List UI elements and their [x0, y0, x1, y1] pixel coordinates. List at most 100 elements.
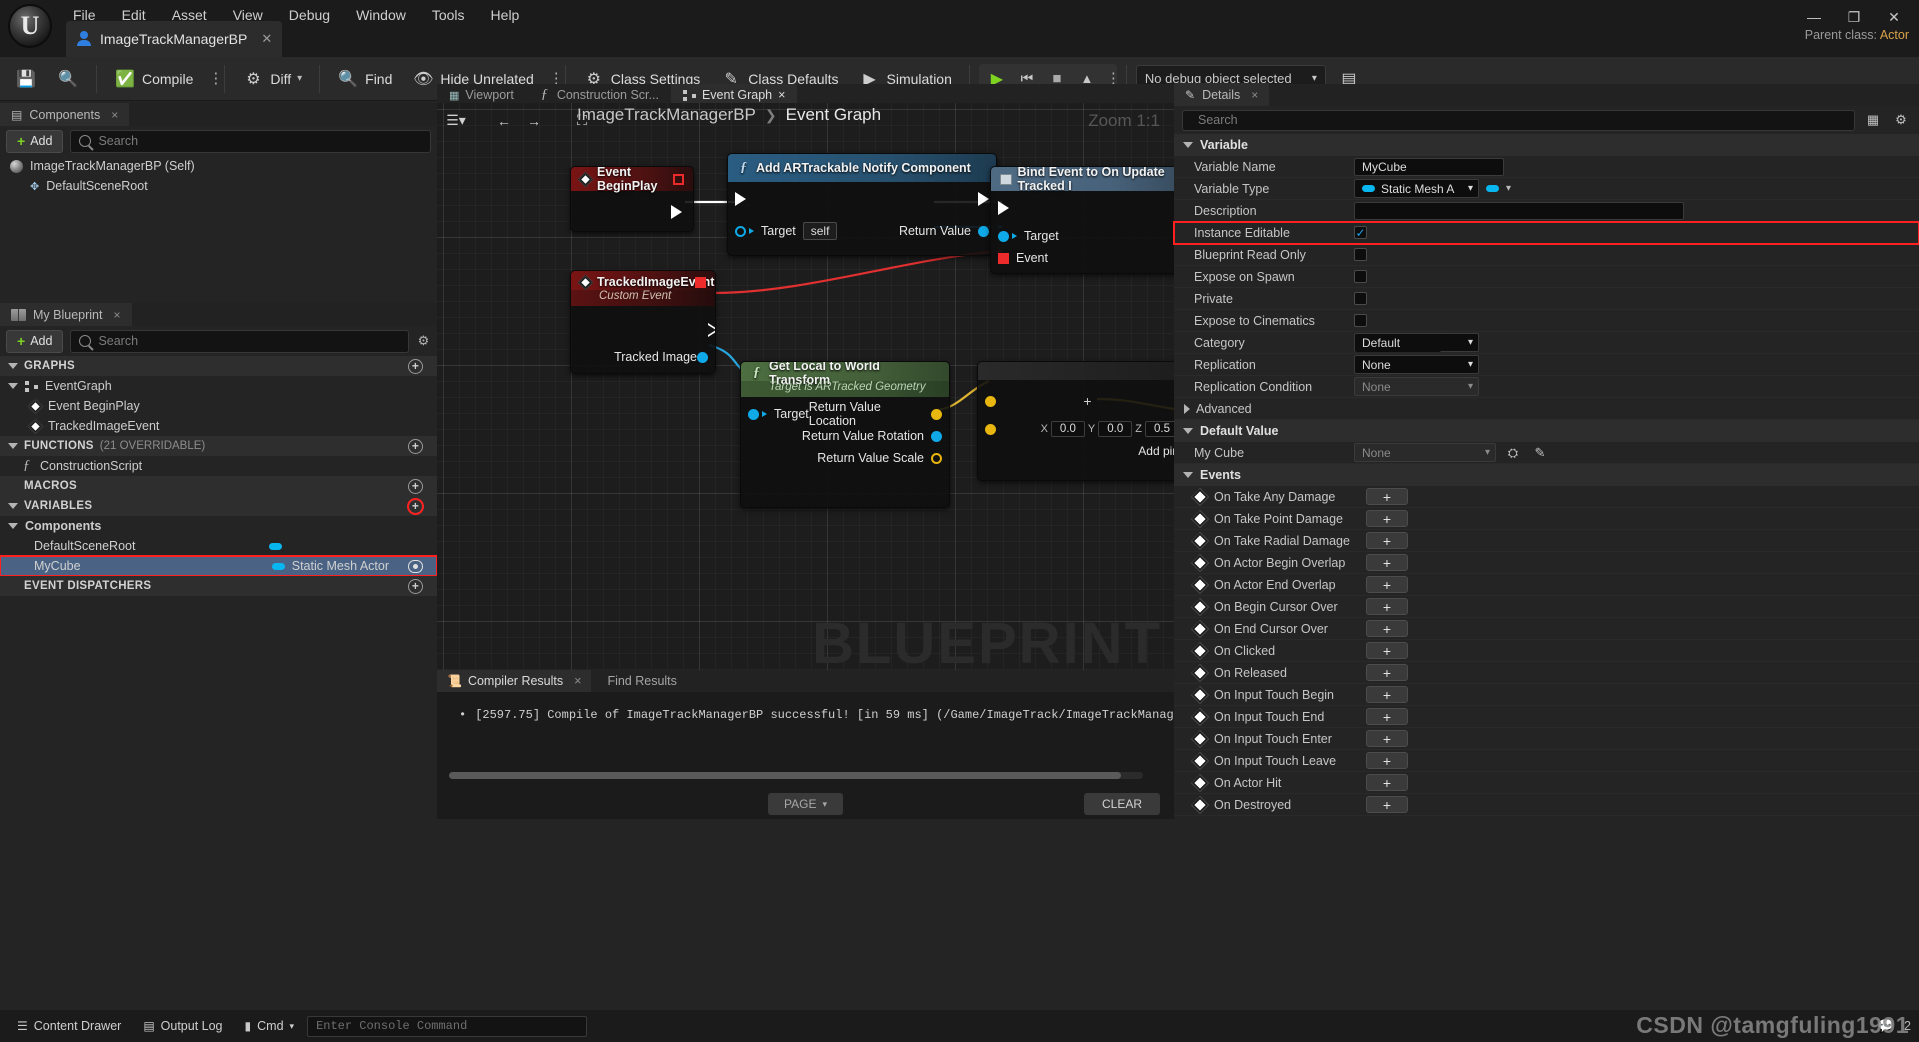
- menu-tools[interactable]: Tools: [419, 4, 478, 26]
- function-item-constructionscript[interactable]: ƒ ConstructionScript: [0, 456, 437, 476]
- section-event-dispatchers[interactable]: EVENT DISPATCHERS +: [0, 576, 437, 596]
- hide-unrelated-options-icon[interactable]: ⋮: [546, 71, 564, 86]
- graph-forward-icon[interactable]: →: [521, 109, 547, 133]
- vector-y-input[interactable]: 0.0: [1098, 421, 1133, 437]
- pin-return-rotation[interactable]: Return Value Rotation: [802, 429, 942, 443]
- myblueprint-search-input[interactable]: Search: [70, 329, 409, 353]
- add-component-button[interactable]: + Add: [6, 129, 64, 153]
- details-section-events[interactable]: Events: [1174, 464, 1919, 486]
- add-function-button[interactable]: +: [408, 438, 423, 454]
- node-event-begin-play[interactable]: Event BeginPlay: [570, 166, 694, 232]
- node-bind-event-to-on-update-tracked-image[interactable]: Bind Event to On Update Tracked I Target: [990, 166, 1174, 274]
- breadcrumb-root[interactable]: ImageTrackManagerBP: [577, 105, 756, 125]
- components-search-input[interactable]: Search: [70, 129, 431, 153]
- node-get-local-to-world-transform[interactable]: ƒ Get Local to World Transform Target is…: [740, 361, 950, 508]
- variables-group-components[interactable]: Components: [0, 516, 437, 536]
- vector-x-input[interactable]: 0.0: [1050, 421, 1085, 437]
- section-variables[interactable]: VARIABLES +: [0, 496, 437, 516]
- vector-z-input[interactable]: 0.5: [1145, 421, 1174, 437]
- pin-target[interactable]: Target self: [735, 222, 838, 240]
- pin-return-location[interactable]: Return Value Location: [809, 400, 942, 428]
- parent-class-value[interactable]: Actor: [1880, 28, 1909, 42]
- compile-button[interactable]: ✅ Compile: [106, 64, 201, 94]
- tab-find-results[interactable]: Find Results: [591, 670, 687, 692]
- blueprint-read-only-checkbox[interactable]: [1354, 248, 1367, 261]
- graph-child-event-beginplay[interactable]: Event BeginPlay: [0, 396, 437, 416]
- browse-to-asset-icon[interactable]: ⛭: [1503, 443, 1523, 463]
- menu-window[interactable]: Window: [343, 4, 419, 26]
- close-icon[interactable]: ✕: [261, 31, 272, 47]
- add-event-dispatcher-button[interactable]: +: [408, 578, 423, 594]
- add-event-button[interactable]: +: [1366, 642, 1408, 659]
- node-make-vector[interactable]: + X 0.0 Y 0.0 Z 0.5 Add pin: [977, 361, 1174, 481]
- add-pin-button[interactable]: Add pin: [1138, 444, 1174, 458]
- add-macro-button[interactable]: +: [408, 478, 423, 494]
- pin-return-value[interactable]: Return Value: [899, 224, 989, 238]
- add-event-button[interactable]: +: [1366, 774, 1408, 791]
- play-options-icon[interactable]: ⋮: [1103, 71, 1121, 86]
- asset-tab-imagetrackmanagerbp[interactable]: ImageTrackManagerBP ✕: [66, 21, 283, 57]
- close-icon[interactable]: ×: [1251, 88, 1258, 102]
- pin-exec-in[interactable]: [998, 201, 1009, 215]
- compile-options-icon[interactable]: ⋮: [205, 71, 223, 86]
- menu-debug[interactable]: Debug: [276, 4, 343, 26]
- output-log-button[interactable]: ▤ Output Log: [134, 1015, 231, 1037]
- pin-event[interactable]: Event: [998, 251, 1048, 265]
- clear-button[interactable]: CLEAR: [1083, 793, 1160, 815]
- unreal-logo-icon[interactable]: U: [8, 4, 52, 48]
- replication-select[interactable]: None ▾: [1354, 355, 1479, 374]
- minimize-icon[interactable]: —: [1795, 4, 1833, 30]
- add-blueprint-item-button[interactable]: + Add: [6, 329, 64, 353]
- add-variable-button[interactable]: +: [407, 497, 424, 515]
- category-value[interactable]: Default: [1355, 333, 1441, 352]
- browse-button[interactable]: 🔍: [49, 64, 87, 94]
- save-button[interactable]: 💾: [7, 64, 45, 94]
- variable-type-select[interactable]: Static Mesh A ▾: [1354, 179, 1479, 198]
- variable-row-mycube[interactable]: MyCube Static Mesh Actor: [0, 555, 438, 577]
- pin-a[interactable]: [985, 395, 996, 407]
- add-graph-button[interactable]: +: [408, 358, 423, 374]
- graph-back-icon[interactable]: ←: [491, 109, 517, 133]
- add-event-button[interactable]: +: [1366, 752, 1408, 769]
- expose-to-cinematics-checkbox[interactable]: [1354, 314, 1367, 327]
- section-macros[interactable]: MACROS +: [0, 476, 437, 496]
- cmd-button[interactable]: ▮ Cmd ▾: [236, 1015, 304, 1037]
- pin-b[interactable]: [985, 423, 996, 435]
- diff-button[interactable]: ⚙ Diff ▾: [234, 64, 310, 94]
- details-section-default-value[interactable]: Default Value: [1174, 420, 1919, 442]
- eye-icon[interactable]: [408, 559, 423, 573]
- pin-return-scale[interactable]: Return Value Scale: [817, 451, 942, 465]
- pin-exec-out[interactable]: [978, 192, 989, 206]
- maximize-icon[interactable]: ❐: [1835, 4, 1873, 30]
- pin-target[interactable]: Target: [998, 229, 1059, 243]
- delegate-pin-icon[interactable]: [695, 276, 706, 288]
- node-tracked-image-event[interactable]: TrackedImageEvent Custom Event Tracked I…: [570, 270, 716, 374]
- description-input[interactable]: [1354, 201, 1684, 220]
- grid-view-icon[interactable]: ▦: [1863, 110, 1883, 130]
- pin-tracked-image[interactable]: Tracked Image: [571, 346, 715, 368]
- replication-condition-select[interactable]: None ▾: [1354, 377, 1479, 396]
- category-select[interactable]: Default ▾: [1354, 333, 1479, 352]
- add-event-button[interactable]: +: [1366, 730, 1408, 747]
- tab-components[interactable]: ▤ Components ×: [0, 103, 130, 126]
- add-event-button[interactable]: +: [1366, 576, 1408, 593]
- add-event-button[interactable]: +: [1366, 532, 1408, 549]
- node-add-artrackable-notify-component[interactable]: ƒ Add ARTrackable Notify Component Targe…: [727, 153, 997, 256]
- close-icon[interactable]: ×: [778, 88, 785, 102]
- my-cube-default-select[interactable]: None ▾: [1354, 443, 1496, 462]
- details-search-input[interactable]: Search: [1182, 109, 1855, 131]
- close-window-icon[interactable]: ✕: [1875, 4, 1913, 30]
- close-icon[interactable]: ×: [574, 674, 581, 688]
- graph-child-trackedimageevent[interactable]: TrackedImageEvent: [0, 416, 437, 436]
- horizontal-scrollbar[interactable]: [449, 772, 1143, 779]
- details-section-variable[interactable]: Variable: [1174, 134, 1919, 156]
- add-event-button[interactable]: +: [1366, 796, 1408, 813]
- pin-target[interactable]: Target: [748, 407, 809, 421]
- delegate-pin-icon[interactable]: [673, 173, 684, 185]
- add-event-button[interactable]: +: [1366, 708, 1408, 725]
- add-event-button[interactable]: +: [1366, 554, 1408, 571]
- detail-row-advanced[interactable]: Advanced: [1174, 398, 1919, 420]
- gear-icon[interactable]: ⚙: [416, 333, 431, 349]
- private-checkbox[interactable]: [1354, 292, 1367, 305]
- section-functions[interactable]: FUNCTIONS (21 OVERRIDABLE) +: [0, 436, 437, 456]
